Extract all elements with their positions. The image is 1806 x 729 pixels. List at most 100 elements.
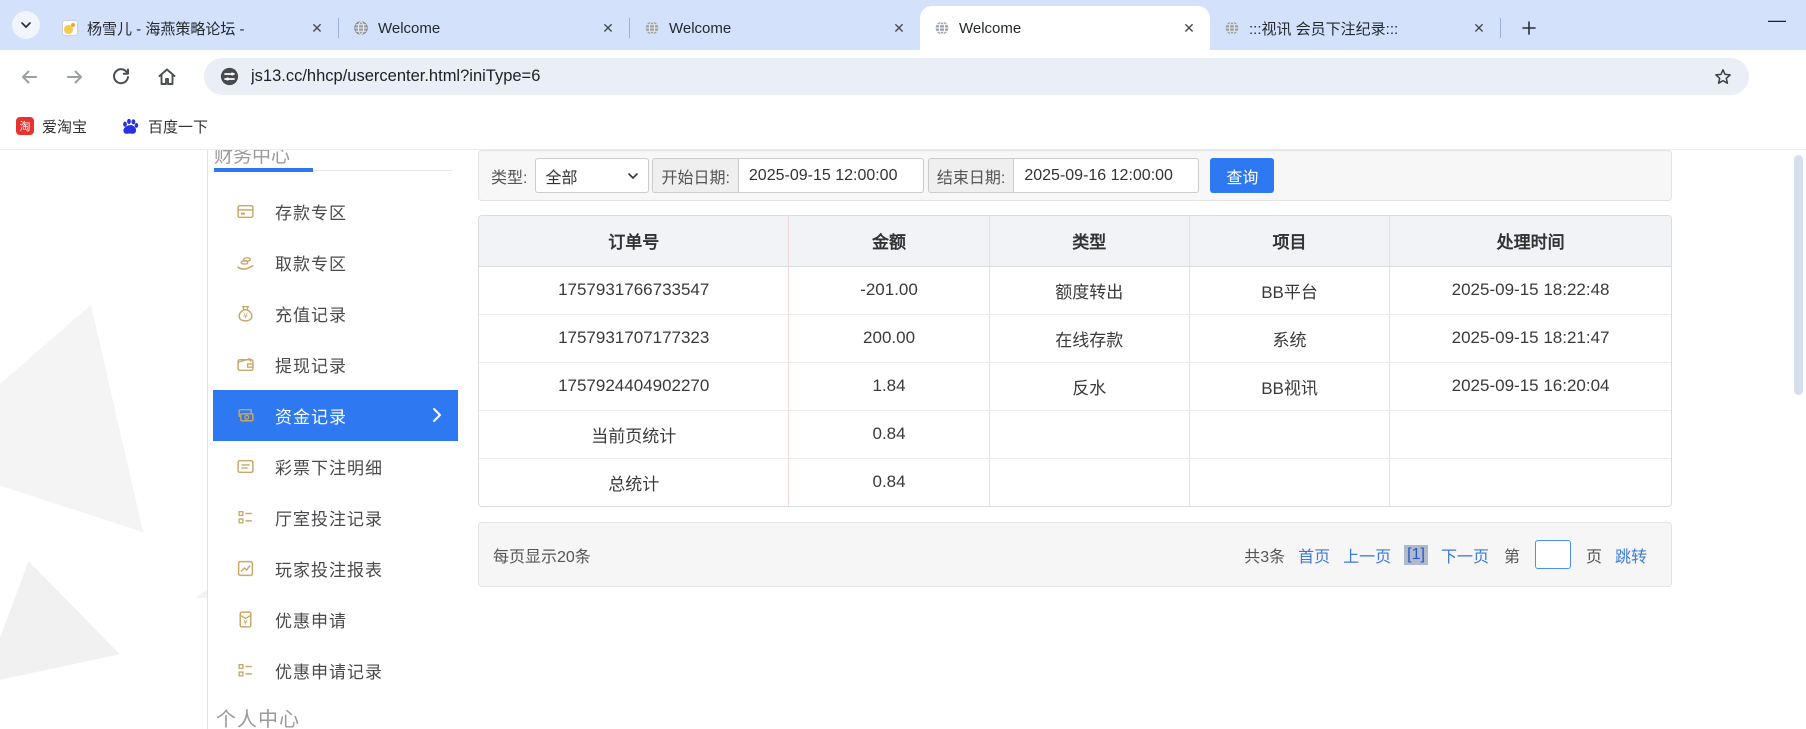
- back-icon[interactable]: [18, 66, 40, 88]
- pagination-bar: 每页显示20条 共3条 首页 上一页 [1] 下一页 第 页 跳转: [478, 522, 1672, 587]
- address-bar[interactable]: js13.cc/hhcp/usercenter.html?iniType=6: [204, 58, 1749, 95]
- sidebar-item-fund-records[interactable]: 资金记录: [213, 390, 458, 441]
- browser-toolbar: js13.cc/hhcp/usercenter.html?iniType=6: [0, 50, 1806, 134]
- sidebar-item-recharge-record[interactable]: ¥ 充值记录: [213, 288, 458, 339]
- new-tab-button[interactable]: [1515, 14, 1543, 42]
- sidebar-item-label: 优惠申请: [275, 612, 347, 631]
- col-amount: 金额: [788, 216, 990, 267]
- tab-forum[interactable]: 杨雪儿 - 海燕策略论坛 - ✕: [48, 6, 338, 50]
- tab-welcome-active[interactable]: Welcome ✕: [920, 6, 1210, 50]
- page-number-input[interactable]: [1534, 540, 1571, 569]
- page-content: 财务中心 存款专区 取款专区 ¥ 充值记录 提现记录 资金记录 彩票下注明细 厅…: [0, 150, 1806, 729]
- bookmark-label: 百度一下: [148, 118, 209, 136]
- page-size-text: 每页显示20条: [493, 548, 591, 566]
- globe-icon: [353, 20, 369, 36]
- sidebar-item-player-report[interactable]: 玩家投注报表: [213, 543, 458, 594]
- end-date-input[interactable]: [1013, 158, 1200, 193]
- start-date-label: 开始日期:: [652, 158, 738, 193]
- cell-process-time: 2025-09-15 18:21:47: [1389, 314, 1671, 363]
- sidebar-section-finance: 财务中心: [214, 150, 291, 165]
- col-type: 类型: [989, 216, 1190, 267]
- sidebar-item-room-bets[interactable]: 厅室投注记录: [213, 492, 458, 543]
- sidebar-section-personal: 个人中心: [216, 709, 300, 729]
- page-suffix-label: 页: [1585, 548, 1602, 566]
- bookmark-taobao[interactable]: 淘 爱淘宝: [16, 116, 87, 137]
- cell-empty: [1389, 410, 1671, 459]
- tab-welcome-2[interactable]: Welcome ✕: [630, 6, 920, 50]
- type-select[interactable]: 全部: [535, 158, 650, 193]
- tab-title: Welcome: [378, 19, 441, 37]
- tab-welcome-1[interactable]: Welcome ✕: [339, 6, 629, 50]
- sidebar-item-label: 玩家投注报表: [275, 561, 383, 580]
- start-date-input[interactable]: [737, 158, 924, 193]
- close-icon[interactable]: ✕: [1180, 19, 1198, 37]
- tab-title: 杨雪儿 - 海燕策略论坛 -: [87, 20, 245, 38]
- close-icon[interactable]: ✕: [599, 19, 617, 37]
- window-minimize-button[interactable]: —: [1768, 10, 1786, 31]
- tab-search-button[interactable]: [12, 11, 40, 39]
- page-favicon-icon: [62, 20, 78, 36]
- url-text[interactable]: js13.cc/hhcp/usercenter.html?iniType=6: [251, 67, 1701, 86]
- prev-page-link[interactable]: 上一页: [1343, 543, 1391, 567]
- cell-amount: 200.00: [788, 314, 990, 363]
- cell-amount: -201.00: [788, 266, 990, 315]
- table-row-grand-total: 总统计 0.84: [479, 458, 1671, 506]
- tab-video-records[interactable]: :::视讯 会员下注纪录::: ✕: [1210, 6, 1500, 50]
- sidebar-item-promo-apply[interactable]: ¥ 优惠申请: [213, 594, 458, 645]
- cell-process-time: 2025-09-15 16:20:04: [1389, 362, 1671, 411]
- sidebar-item-label: 提现记录: [275, 357, 347, 376]
- page-scrollbar[interactable]: [1794, 155, 1803, 395]
- jump-link[interactable]: 跳转: [1615, 543, 1647, 567]
- cell-amount: 0.84: [788, 410, 990, 459]
- end-date-label: 结束日期:: [927, 158, 1014, 193]
- sidebar-item-label: 优惠申请记录: [275, 663, 383, 682]
- bookmark-star-icon[interactable]: [1713, 67, 1733, 87]
- list-card-icon: [236, 457, 255, 476]
- deposit-card-icon: [236, 202, 255, 221]
- home-icon[interactable]: [156, 66, 178, 88]
- bookmarks-bar: 淘 爱淘宝 百度一下: [0, 103, 1806, 150]
- main-panel: 类型: 全部 开始日期: 结束日期: 查询: [478, 150, 1672, 587]
- current-page-indicator: [1]: [1404, 544, 1428, 565]
- globe-icon: [644, 20, 660, 36]
- svg-text:¥: ¥: [243, 618, 248, 627]
- cell-process-time: 2025-09-15 18:22:48: [1389, 266, 1671, 315]
- bookmark-baidu[interactable]: 百度一下: [121, 116, 208, 137]
- banknotes-icon: [236, 406, 255, 425]
- red-envelope-icon: ¥: [236, 610, 255, 629]
- cell-label: 当前页统计: [479, 410, 790, 459]
- next-page-link[interactable]: 下一页: [1441, 543, 1489, 567]
- first-page-link[interactable]: 首页: [1298, 543, 1330, 567]
- type-select-value: 全部: [545, 169, 578, 187]
- forward-icon[interactable]: [64, 66, 86, 88]
- sidebar-item-lottery-bets[interactable]: 彩票下注明细: [213, 441, 458, 492]
- col-process-time: 处理时间: [1389, 216, 1671, 267]
- cell-amount: 0.84: [788, 458, 990, 506]
- cell-project: 系统: [1189, 314, 1391, 363]
- tab-title: Welcome: [669, 19, 732, 37]
- close-icon[interactable]: ✕: [308, 19, 326, 37]
- total-count-text: 共3条: [1244, 548, 1286, 566]
- sidebar-item-label: 存款专区: [275, 204, 347, 223]
- close-icon[interactable]: ✕: [890, 19, 908, 37]
- cell-empty: [1390, 458, 1671, 506]
- close-icon[interactable]: ✕: [1470, 19, 1488, 37]
- sidebar-item-withdraw[interactable]: 取款专区: [213, 237, 458, 288]
- sidebar-item-label: 厅室投注记录: [275, 510, 383, 529]
- records-table: 订单号 金额 类型 项目 处理时间 1757931766733547 -201.…: [478, 215, 1672, 507]
- table-row: 1757931766733547 -201.00 额度转出 BB平台 2025-…: [479, 266, 1671, 315]
- taobao-icon: 淘: [16, 117, 34, 135]
- sidebar-item-promo-record[interactable]: 优惠申请记录: [213, 645, 458, 696]
- reload-icon[interactable]: [110, 66, 132, 88]
- site-info-icon[interactable]: [220, 67, 239, 86]
- cell-order-id: 1757931766733547: [479, 266, 790, 315]
- svg-text:¥: ¥: [243, 311, 248, 320]
- cell-empty: [1189, 410, 1391, 459]
- browser-window: 杨雪儿 - 海燕策略论坛 - ✕ Welcome ✕ Welcome ✕ Wel…: [0, 0, 1806, 729]
- sidebar-item-deposit[interactable]: 存款专区: [213, 186, 458, 237]
- page-prefix-label: 第: [1503, 548, 1520, 566]
- col-order-id: 订单号: [479, 216, 790, 267]
- sidebar: 财务中心 存款专区 取款专区 ¥ 充值记录 提现记录 资金记录 彩票下注明细 厅…: [207, 150, 458, 729]
- query-button[interactable]: 查询: [1210, 158, 1275, 193]
- sidebar-item-withdraw-record[interactable]: 提现记录: [213, 339, 458, 390]
